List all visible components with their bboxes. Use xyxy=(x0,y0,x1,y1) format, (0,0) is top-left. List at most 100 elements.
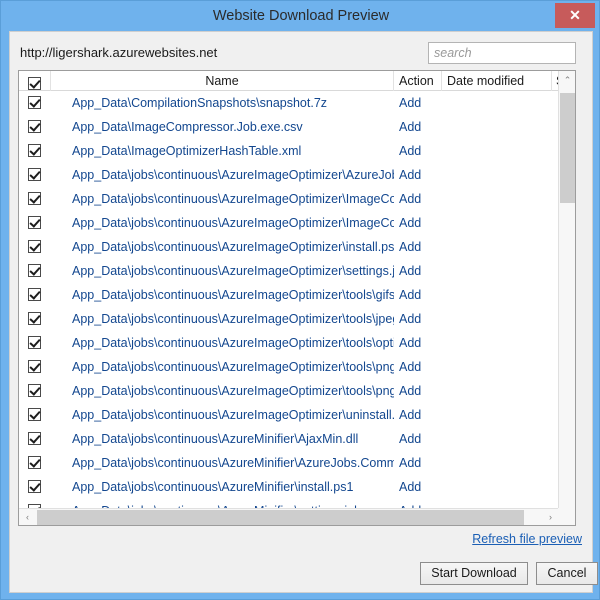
scroll-up-icon[interactable]: ⌃ xyxy=(559,71,576,89)
file-path-link[interactable]: App_Data\jobs\continuous\AzureImageOptim… xyxy=(51,211,394,235)
select-all-checkbox[interactable] xyxy=(28,76,41,90)
row-checkbox[interactable] xyxy=(28,384,41,397)
file-list-rows: App_Data\CompilationSnapshots\snapshot.7… xyxy=(19,91,559,509)
row-action-link[interactable]: Add xyxy=(399,259,421,283)
start-download-button[interactable]: Start Download xyxy=(420,562,528,585)
table-row[interactable]: App_Data\jobs\continuous\AzureImageOptim… xyxy=(19,211,559,235)
table-row[interactable]: App_Data\ImageOptimizerHashTable.xml Add xyxy=(19,139,559,163)
row-date-modified xyxy=(442,355,552,379)
file-path-link[interactable]: App_Data\jobs\continuous\AzureImageOptim… xyxy=(51,235,394,259)
row-checkbox[interactable] xyxy=(28,216,41,229)
cancel-button[interactable]: Cancel xyxy=(536,562,598,585)
row-date-modified xyxy=(442,139,552,163)
dialog-body: http://ligershark.azurewebsites.net Name… xyxy=(9,31,598,593)
row-checkbox[interactable] xyxy=(28,360,41,373)
table-row[interactable]: App_Data\jobs\continuous\AzureImageOptim… xyxy=(19,283,559,307)
row-checkbox[interactable] xyxy=(28,432,41,445)
row-date-modified xyxy=(442,331,552,355)
row-date-modified xyxy=(442,427,552,451)
file-path-link[interactable]: App_Data\jobs\continuous\AzureImageOptim… xyxy=(51,403,394,427)
vertical-scrollbar[interactable]: ⌃ xyxy=(558,71,575,509)
row-checkbox[interactable] xyxy=(28,408,41,421)
row-checkbox[interactable] xyxy=(28,96,41,109)
row-action-link[interactable]: Add xyxy=(399,427,421,451)
table-row[interactable]: App_Data\jobs\continuous\AzureMinifier\i… xyxy=(19,475,559,499)
file-path-link[interactable]: App_Data\jobs\continuous\AzureMinifier\A… xyxy=(51,427,394,451)
scroll-right-icon[interactable]: › xyxy=(542,509,559,526)
row-date-modified xyxy=(442,187,552,211)
row-checkbox[interactable] xyxy=(28,192,41,205)
row-action-link[interactable]: Add xyxy=(399,307,421,331)
row-action-link[interactable]: Add xyxy=(399,91,421,115)
row-action-link[interactable]: Add xyxy=(399,403,421,427)
window-title: Website Download Preview xyxy=(212,8,390,24)
row-action-link[interactable]: Add xyxy=(399,355,421,379)
row-checkbox[interactable] xyxy=(28,168,41,181)
table-row[interactable]: App_Data\jobs\continuous\AzureMinifier\A… xyxy=(19,427,559,451)
row-action-link[interactable]: Add xyxy=(399,379,421,403)
column-header-name[interactable]: Name xyxy=(51,71,394,91)
site-url-label: http://ligershark.azurewebsites.net xyxy=(20,45,218,60)
file-path-link[interactable]: App_Data\CompilationSnapshots\snapshot.7… xyxy=(51,91,394,115)
row-action-link[interactable]: Add xyxy=(399,211,421,235)
table-row[interactable]: App_Data\jobs\continuous\AzureImageOptim… xyxy=(19,187,559,211)
column-header-select-all[interactable] xyxy=(19,71,51,91)
close-button[interactable]: ✕ xyxy=(555,3,595,28)
table-row[interactable]: App_Data\jobs\continuous\AzureImageOptim… xyxy=(19,163,559,187)
file-path-link[interactable]: App_Data\jobs\continuous\AzureImageOptim… xyxy=(51,307,394,331)
row-action-link[interactable]: Add xyxy=(399,139,421,163)
row-checkbox[interactable] xyxy=(28,120,41,133)
row-action-link[interactable]: Add xyxy=(399,451,421,475)
row-action-link[interactable]: Add xyxy=(399,475,421,499)
vertical-scroll-thumb[interactable] xyxy=(560,93,575,203)
table-row[interactable]: App_Data\jobs\continuous\AzureImageOptim… xyxy=(19,355,559,379)
table-row[interactable]: App_Data\jobs\continuous\AzureMinifier\A… xyxy=(19,451,559,475)
row-checkbox[interactable] xyxy=(28,312,41,325)
file-path-link[interactable]: App_Data\jobs\continuous\AzureMinifier\i… xyxy=(51,475,394,499)
refresh-file-preview-link[interactable]: Refresh file preview xyxy=(472,532,582,546)
table-row[interactable]: App_Data\jobs\continuous\AzureImageOptim… xyxy=(19,235,559,259)
table-row[interactable]: App_Data\jobs\continuous\AzureImageOptim… xyxy=(19,307,559,331)
file-path-link[interactable]: App_Data\jobs\continuous\AzureImageOptim… xyxy=(51,355,394,379)
title-bar: Website Download Preview ✕ xyxy=(1,1,600,31)
row-checkbox[interactable] xyxy=(28,240,41,253)
row-checkbox[interactable] xyxy=(28,264,41,277)
scroll-left-icon[interactable]: ‹ xyxy=(19,509,36,526)
row-action-link[interactable]: Add xyxy=(399,283,421,307)
row-action-link[interactable]: Add xyxy=(399,187,421,211)
table-row[interactable]: App_Data\jobs\continuous\AzureImageOptim… xyxy=(19,403,559,427)
table-row[interactable]: App_Data\jobs\continuous\AzureImageOptim… xyxy=(19,331,559,355)
row-date-modified xyxy=(442,115,552,139)
row-checkbox[interactable] xyxy=(28,480,41,493)
file-path-link[interactable]: App_Data\ImageOptimizerHashTable.xml xyxy=(51,139,394,163)
search-input[interactable] xyxy=(428,42,576,64)
table-row[interactable]: App_Data\jobs\continuous\AzureImageOptim… xyxy=(19,259,559,283)
row-action-link[interactable]: Add xyxy=(399,163,421,187)
file-path-link[interactable]: App_Data\jobs\continuous\AzureMinifier\A… xyxy=(51,451,394,475)
file-path-link[interactable]: App_Data\jobs\continuous\AzureImageOptim… xyxy=(51,259,394,283)
table-row[interactable]: App_Data\ImageCompressor.Job.exe.csv Add xyxy=(19,115,559,139)
horizontal-scrollbar[interactable]: ‹ › xyxy=(19,508,559,525)
file-list-header: Name Action Date modified Siz xyxy=(19,71,575,91)
row-checkbox[interactable] xyxy=(28,336,41,349)
file-list: Name Action Date modified Siz App_Data\C… xyxy=(18,70,576,526)
file-path-link[interactable]: App_Data\jobs\continuous\AzureImageOptim… xyxy=(51,379,394,403)
file-path-link[interactable]: App_Data\jobs\continuous\AzureImageOptim… xyxy=(51,283,394,307)
file-path-link[interactable]: App_Data\ImageCompressor.Job.exe.csv xyxy=(51,115,394,139)
file-path-link[interactable]: App_Data\jobs\continuous\AzureImageOptim… xyxy=(51,187,394,211)
row-date-modified xyxy=(442,475,552,499)
column-header-date[interactable]: Date modified xyxy=(442,71,552,91)
row-checkbox[interactable] xyxy=(28,144,41,157)
row-action-link[interactable]: Add xyxy=(399,115,421,139)
horizontal-scroll-thumb[interactable] xyxy=(37,510,524,525)
file-path-link[interactable]: App_Data\jobs\continuous\AzureImageOptim… xyxy=(51,331,394,355)
row-checkbox[interactable] xyxy=(28,288,41,301)
row-date-modified xyxy=(442,235,552,259)
table-row[interactable]: App_Data\CompilationSnapshots\snapshot.7… xyxy=(19,91,559,115)
file-path-link[interactable]: App_Data\jobs\continuous\AzureImageOptim… xyxy=(51,163,394,187)
table-row[interactable]: App_Data\jobs\continuous\AzureImageOptim… xyxy=(19,379,559,403)
row-checkbox[interactable] xyxy=(28,456,41,469)
row-action-link[interactable]: Add xyxy=(399,235,421,259)
row-action-link[interactable]: Add xyxy=(399,331,421,355)
column-header-action[interactable]: Action xyxy=(394,71,442,91)
